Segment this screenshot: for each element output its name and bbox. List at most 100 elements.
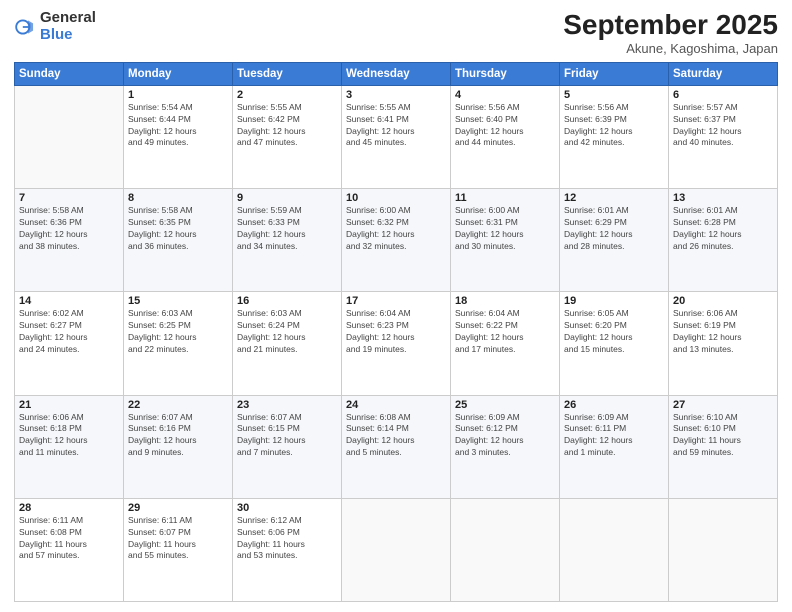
table-row: 11Sunrise: 6:00 AM Sunset: 6:31 PM Dayli… <box>451 189 560 292</box>
table-row: 5Sunrise: 5:56 AM Sunset: 6:39 PM Daylig… <box>560 85 669 188</box>
day-number: 5 <box>564 89 664 101</box>
day-number: 20 <box>673 295 773 307</box>
logo-blue-text: Blue <box>40 27 96 44</box>
table-row <box>451 498 560 601</box>
header-monday: Monday <box>124 62 233 85</box>
table-row: 8Sunrise: 5:58 AM Sunset: 6:35 PM Daylig… <box>124 189 233 292</box>
header-thursday: Thursday <box>451 62 560 85</box>
table-row: 30Sunrise: 6:12 AM Sunset: 6:06 PM Dayli… <box>233 498 342 601</box>
table-row: 17Sunrise: 6:04 AM Sunset: 6:23 PM Dayli… <box>342 292 451 395</box>
location-subtitle: Akune, Kagoshima, Japan <box>563 41 778 56</box>
table-row: 2Sunrise: 5:55 AM Sunset: 6:42 PM Daylig… <box>233 85 342 188</box>
day-number: 7 <box>19 192 119 204</box>
logo: General Blue <box>14 10 96 43</box>
calendar-week-row: 21Sunrise: 6:06 AM Sunset: 6:18 PM Dayli… <box>15 395 778 498</box>
day-info: Sunrise: 6:04 AM Sunset: 6:22 PM Dayligh… <box>455 308 555 356</box>
day-number: 13 <box>673 192 773 204</box>
day-number: 15 <box>128 295 228 307</box>
table-row <box>560 498 669 601</box>
day-info: Sunrise: 6:12 AM Sunset: 6:06 PM Dayligh… <box>237 515 337 563</box>
day-number: 18 <box>455 295 555 307</box>
day-number: 6 <box>673 89 773 101</box>
day-info: Sunrise: 6:11 AM Sunset: 6:08 PM Dayligh… <box>19 515 119 563</box>
day-info: Sunrise: 6:01 AM Sunset: 6:29 PM Dayligh… <box>564 205 664 253</box>
day-info: Sunrise: 6:09 AM Sunset: 6:12 PM Dayligh… <box>455 412 555 460</box>
day-info: Sunrise: 5:58 AM Sunset: 6:36 PM Dayligh… <box>19 205 119 253</box>
table-row <box>669 498 778 601</box>
day-info: Sunrise: 6:07 AM Sunset: 6:16 PM Dayligh… <box>128 412 228 460</box>
day-number: 2 <box>237 89 337 101</box>
day-info: Sunrise: 5:56 AM Sunset: 6:40 PM Dayligh… <box>455 102 555 150</box>
day-number: 1 <box>128 89 228 101</box>
day-number: 12 <box>564 192 664 204</box>
day-number: 27 <box>673 399 773 411</box>
day-number: 14 <box>19 295 119 307</box>
table-row: 10Sunrise: 6:00 AM Sunset: 6:32 PM Dayli… <box>342 189 451 292</box>
day-number: 30 <box>237 502 337 514</box>
month-title: September 2025 <box>563 10 778 41</box>
table-row: 22Sunrise: 6:07 AM Sunset: 6:16 PM Dayli… <box>124 395 233 498</box>
day-number: 25 <box>455 399 555 411</box>
day-number: 10 <box>346 192 446 204</box>
table-row: 3Sunrise: 5:55 AM Sunset: 6:41 PM Daylig… <box>342 85 451 188</box>
logo-icon <box>14 16 36 38</box>
day-info: Sunrise: 6:05 AM Sunset: 6:20 PM Dayligh… <box>564 308 664 356</box>
table-row: 21Sunrise: 6:06 AM Sunset: 6:18 PM Dayli… <box>15 395 124 498</box>
day-number: 29 <box>128 502 228 514</box>
table-row: 28Sunrise: 6:11 AM Sunset: 6:08 PM Dayli… <box>15 498 124 601</box>
day-info: Sunrise: 6:01 AM Sunset: 6:28 PM Dayligh… <box>673 205 773 253</box>
day-info: Sunrise: 6:09 AM Sunset: 6:11 PM Dayligh… <box>564 412 664 460</box>
weekday-header-row: Sunday Monday Tuesday Wednesday Thursday… <box>15 62 778 85</box>
day-info: Sunrise: 6:11 AM Sunset: 6:07 PM Dayligh… <box>128 515 228 563</box>
calendar-table: Sunday Monday Tuesday Wednesday Thursday… <box>14 62 778 602</box>
logo-text: General Blue <box>40 10 96 43</box>
table-row: 14Sunrise: 6:02 AM Sunset: 6:27 PM Dayli… <box>15 292 124 395</box>
header-wednesday: Wednesday <box>342 62 451 85</box>
table-row: 25Sunrise: 6:09 AM Sunset: 6:12 PM Dayli… <box>451 395 560 498</box>
table-row: 23Sunrise: 6:07 AM Sunset: 6:15 PM Dayli… <box>233 395 342 498</box>
table-row: 6Sunrise: 5:57 AM Sunset: 6:37 PM Daylig… <box>669 85 778 188</box>
day-number: 23 <box>237 399 337 411</box>
table-row: 15Sunrise: 6:03 AM Sunset: 6:25 PM Dayli… <box>124 292 233 395</box>
header-friday: Friday <box>560 62 669 85</box>
day-info: Sunrise: 5:56 AM Sunset: 6:39 PM Dayligh… <box>564 102 664 150</box>
table-row: 24Sunrise: 6:08 AM Sunset: 6:14 PM Dayli… <box>342 395 451 498</box>
day-number: 24 <box>346 399 446 411</box>
page-header: General Blue September 2025 Akune, Kagos… <box>14 10 778 56</box>
calendar-week-row: 1Sunrise: 5:54 AM Sunset: 6:44 PM Daylig… <box>15 85 778 188</box>
day-info: Sunrise: 6:08 AM Sunset: 6:14 PM Dayligh… <box>346 412 446 460</box>
day-info: Sunrise: 6:03 AM Sunset: 6:24 PM Dayligh… <box>237 308 337 356</box>
day-info: Sunrise: 6:00 AM Sunset: 6:31 PM Dayligh… <box>455 205 555 253</box>
day-number: 22 <box>128 399 228 411</box>
table-row: 20Sunrise: 6:06 AM Sunset: 6:19 PM Dayli… <box>669 292 778 395</box>
day-info: Sunrise: 6:02 AM Sunset: 6:27 PM Dayligh… <box>19 308 119 356</box>
table-row: 27Sunrise: 6:10 AM Sunset: 6:10 PM Dayli… <box>669 395 778 498</box>
logo-general-text: General <box>40 10 96 27</box>
title-block: September 2025 Akune, Kagoshima, Japan <box>563 10 778 56</box>
calendar-week-row: 7Sunrise: 5:58 AM Sunset: 6:36 PM Daylig… <box>15 189 778 292</box>
table-row: 12Sunrise: 6:01 AM Sunset: 6:29 PM Dayli… <box>560 189 669 292</box>
day-info: Sunrise: 6:06 AM Sunset: 6:19 PM Dayligh… <box>673 308 773 356</box>
day-info: Sunrise: 6:04 AM Sunset: 6:23 PM Dayligh… <box>346 308 446 356</box>
table-row: 9Sunrise: 5:59 AM Sunset: 6:33 PM Daylig… <box>233 189 342 292</box>
table-row: 26Sunrise: 6:09 AM Sunset: 6:11 PM Dayli… <box>560 395 669 498</box>
day-number: 28 <box>19 502 119 514</box>
table-row: 4Sunrise: 5:56 AM Sunset: 6:40 PM Daylig… <box>451 85 560 188</box>
day-info: Sunrise: 6:10 AM Sunset: 6:10 PM Dayligh… <box>673 412 773 460</box>
table-row: 13Sunrise: 6:01 AM Sunset: 6:28 PM Dayli… <box>669 189 778 292</box>
day-number: 4 <box>455 89 555 101</box>
table-row: 16Sunrise: 6:03 AM Sunset: 6:24 PM Dayli… <box>233 292 342 395</box>
day-info: Sunrise: 5:58 AM Sunset: 6:35 PM Dayligh… <box>128 205 228 253</box>
day-number: 21 <box>19 399 119 411</box>
header-tuesday: Tuesday <box>233 62 342 85</box>
day-number: 19 <box>564 295 664 307</box>
calendar-week-row: 14Sunrise: 6:02 AM Sunset: 6:27 PM Dayli… <box>15 292 778 395</box>
header-saturday: Saturday <box>669 62 778 85</box>
day-number: 26 <box>564 399 664 411</box>
day-info: Sunrise: 5:54 AM Sunset: 6:44 PM Dayligh… <box>128 102 228 150</box>
table-row: 7Sunrise: 5:58 AM Sunset: 6:36 PM Daylig… <box>15 189 124 292</box>
table-row: 19Sunrise: 6:05 AM Sunset: 6:20 PM Dayli… <box>560 292 669 395</box>
day-info: Sunrise: 5:55 AM Sunset: 6:42 PM Dayligh… <box>237 102 337 150</box>
day-number: 11 <box>455 192 555 204</box>
table-row <box>15 85 124 188</box>
